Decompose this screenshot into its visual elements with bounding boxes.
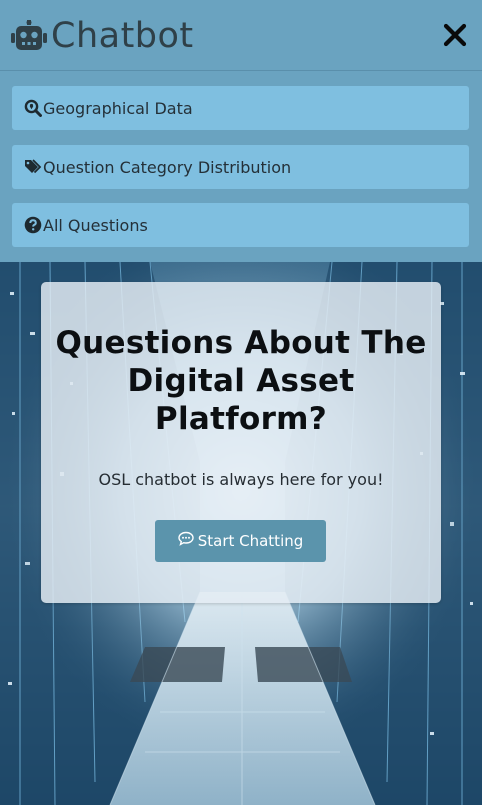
- comment-dots-icon: [178, 531, 194, 547]
- menu-item-geographical-data[interactable]: Geographical Data: [12, 86, 469, 130]
- search-location-icon: [24, 99, 42, 117]
- menu-item-question-category-distribution[interactable]: Question Category Distribution: [12, 145, 469, 189]
- question-circle-icon: [24, 216, 42, 234]
- robot-icon: [11, 20, 47, 52]
- tags-icon: [24, 158, 42, 176]
- app-title: Chatbot: [51, 16, 194, 56]
- brand: Chatbot: [11, 14, 194, 58]
- page: Chatbot Geographical Data Question Categ…: [0, 0, 482, 805]
- hero-subtitle: OSL chatbot is always here for you!: [98, 470, 384, 489]
- menu-item-label: Geographical Data: [43, 98, 193, 118]
- menu-item-all-questions[interactable]: All Questions: [12, 203, 469, 247]
- start-chatting-button[interactable]: Start Chatting: [155, 520, 326, 562]
- close-button[interactable]: [442, 22, 468, 48]
- menu-item-label: Question Category Distribution: [43, 157, 292, 177]
- start-chatting-label: Start Chatting: [197, 532, 304, 550]
- hero-card: Questions About The Digital Asset Platfo…: [41, 282, 441, 603]
- nav-menu: Geographical Data Question Category Dist…: [0, 72, 482, 262]
- hero-title: Questions About The Digital Asset Platfo…: [55, 325, 427, 437]
- header: Chatbot: [0, 0, 482, 71]
- menu-item-label: All Questions: [43, 215, 148, 235]
- close-icon: [443, 23, 467, 47]
